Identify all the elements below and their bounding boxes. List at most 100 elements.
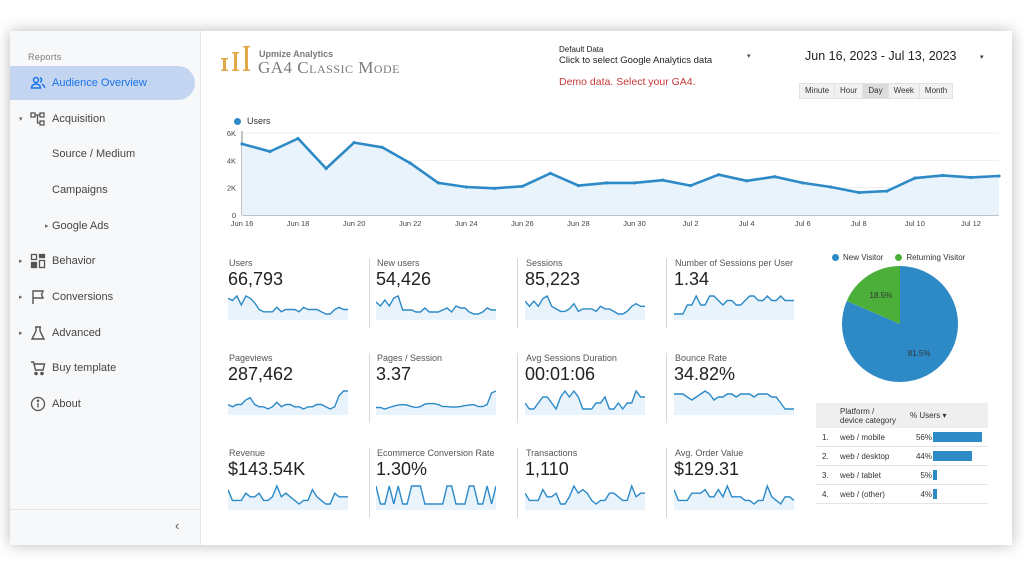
data-point[interactable] — [857, 191, 860, 194]
table-row[interactable]: 1.web / mobile56% — [816, 428, 988, 447]
data-point[interactable] — [633, 181, 636, 184]
data-point[interactable] — [801, 181, 804, 184]
x-tick-label: Jul 12 — [961, 219, 981, 228]
data-point[interactable] — [240, 142, 243, 145]
data-point[interactable] — [325, 167, 328, 170]
row-platform: web / mobile — [840, 433, 885, 442]
scorecard[interactable]: Sessions85,223 — [519, 254, 667, 338]
scorecard[interactable]: Ecommerce Conversion Rate1.30% — [370, 444, 518, 528]
scorecard[interactable]: New users54,426 — [370, 254, 518, 338]
granularity-minute[interactable]: Minute — [800, 84, 835, 98]
sidebar-item-buy-template[interactable]: Buy template — [10, 351, 195, 385]
data-point[interactable] — [773, 175, 776, 178]
data-point[interactable] — [717, 173, 720, 176]
table-row[interactable]: 2.web / desktop44% — [816, 447, 988, 466]
granularity-hour[interactable]: Hour — [835, 84, 863, 98]
granularity-toggle: Minute Hour Day Week Month — [799, 83, 953, 99]
legend-dot-icon — [895, 254, 902, 261]
x-tick-label: Jun 22 — [399, 219, 422, 228]
visitor-type-pie-chart: 81.5%18.5% — [840, 264, 960, 384]
column-header-pct-users[interactable]: % Users ▾ — [910, 411, 946, 420]
flask-icon — [30, 325, 46, 341]
row-rank: 1. — [822, 433, 829, 442]
table-row[interactable]: 3.web / tablet5% — [816, 466, 988, 485]
data-point[interactable] — [381, 146, 384, 149]
data-point[interactable] — [997, 174, 1000, 177]
sparkline-area — [376, 486, 496, 510]
scorecard[interactable]: Bounce Rate34.82% — [668, 349, 816, 433]
chevron-right-icon[interactable]: ▸ — [19, 293, 23, 301]
scorecard[interactable]: Revenue$143.54K — [222, 444, 370, 528]
scorecard[interactable]: Pageviews287,462 — [222, 349, 370, 433]
chevron-down-icon[interactable]: ▾ — [19, 115, 23, 123]
legend-dot-icon — [832, 254, 839, 261]
table-row[interactable]: 4.web / (other)4% — [816, 485, 988, 504]
brand-title: GA4 Classic Mode — [258, 58, 400, 78]
data-point[interactable] — [521, 185, 524, 188]
scorecard-label: Revenue — [229, 448, 265, 458]
data-point[interactable] — [661, 179, 664, 182]
granularity-month[interactable]: Month — [920, 84, 952, 98]
sidebar-item-advanced[interactable]: ▸ Advanced — [10, 316, 195, 350]
scorecard-value: 1.34 — [674, 269, 709, 290]
sidebar-item-behavior[interactable]: ▸ Behavior — [10, 244, 195, 278]
row-pct-users: 4% — [920, 490, 932, 499]
data-point[interactable] — [493, 187, 496, 190]
chevron-right-icon[interactable]: ▸ — [45, 222, 49, 230]
chevron-right-icon[interactable]: ▸ — [19, 257, 23, 265]
card-divider — [666, 448, 667, 518]
legend-dot-icon — [234, 118, 241, 125]
data-point[interactable] — [549, 172, 552, 175]
scorecard-label: Transactions — [526, 448, 577, 458]
data-point[interactable] — [353, 141, 356, 144]
granularity-week[interactable]: Week — [889, 84, 920, 98]
scorecard[interactable]: Avg. Order Value$129.31 — [668, 444, 816, 528]
x-tick-label: Jul 2 — [683, 219, 699, 228]
column-header-platform[interactable]: Platform /device category — [840, 407, 896, 425]
scorecard[interactable]: Avg Sessions Duration00:01:06 — [519, 349, 667, 433]
data-point[interactable] — [605, 181, 608, 184]
sidebar-item-about[interactable]: About — [10, 387, 195, 421]
scorecard-label: Sessions — [526, 258, 563, 268]
chevron-down-icon[interactable]: ▾ — [747, 52, 751, 60]
data-point[interactable] — [885, 189, 888, 192]
sidebar-item-source-medium[interactable]: Source / Medium — [10, 137, 195, 171]
sparkline-line — [376, 486, 496, 504]
sidebar-item-acquisition[interactable]: ▾ Acquisition — [10, 102, 195, 136]
data-point[interactable] — [689, 184, 692, 187]
collapse-sidebar-button[interactable]: ‹ — [175, 518, 179, 533]
sidebar-item-campaigns[interactable]: Campaigns — [10, 173, 195, 207]
data-point[interactable] — [829, 185, 832, 188]
data-point[interactable] — [296, 137, 299, 140]
chevron-down-icon[interactable]: ▾ — [980, 53, 984, 61]
sparkline — [228, 292, 348, 320]
data-source-selector[interactable]: Default Data Click to select Google Anal… — [559, 45, 759, 66]
data-point[interactable] — [268, 150, 271, 153]
data-point[interactable] — [913, 177, 916, 180]
pie-legend: New Visitor Returning Visitor — [832, 253, 965, 262]
row-rank: 4. — [822, 490, 829, 499]
data-point[interactable] — [465, 185, 468, 188]
scorecard[interactable]: Number of Sessions per User1.34 — [668, 254, 816, 338]
sidebar-item-audience-overview[interactable]: Audience Overview — [10, 66, 195, 100]
sidebar-item-conversions[interactable]: ▸ Conversions — [10, 280, 195, 314]
sparkline — [376, 482, 496, 510]
date-range-picker[interactable]: Jun 16, 2023 - Jul 13, 2023 — [805, 49, 957, 63]
chevron-right-icon[interactable]: ▸ — [19, 329, 23, 337]
granularity-day[interactable]: Day — [863, 84, 888, 98]
sparkline-area — [228, 296, 348, 320]
data-point[interactable] — [437, 181, 440, 184]
sparkline-area — [674, 486, 794, 510]
data-point[interactable] — [969, 176, 972, 179]
data-point[interactable] — [941, 174, 944, 177]
scorecard[interactable]: Transactions1,110 — [519, 444, 667, 528]
data-point[interactable] — [409, 161, 412, 164]
data-point[interactable] — [577, 184, 580, 187]
data-point[interactable] — [745, 179, 748, 182]
legend-item-new-visitor: New Visitor — [832, 253, 883, 262]
sidebar-item-google-ads[interactable]: ▸ Google Ads — [10, 209, 195, 243]
scorecard[interactable]: Pages / Session3.37 — [370, 349, 518, 433]
scorecard[interactable]: Users66,793 — [222, 254, 370, 338]
device-category-table: Platform /device category % Users ▾ 1. we… — [816, 403, 988, 504]
sparkline — [376, 387, 496, 415]
